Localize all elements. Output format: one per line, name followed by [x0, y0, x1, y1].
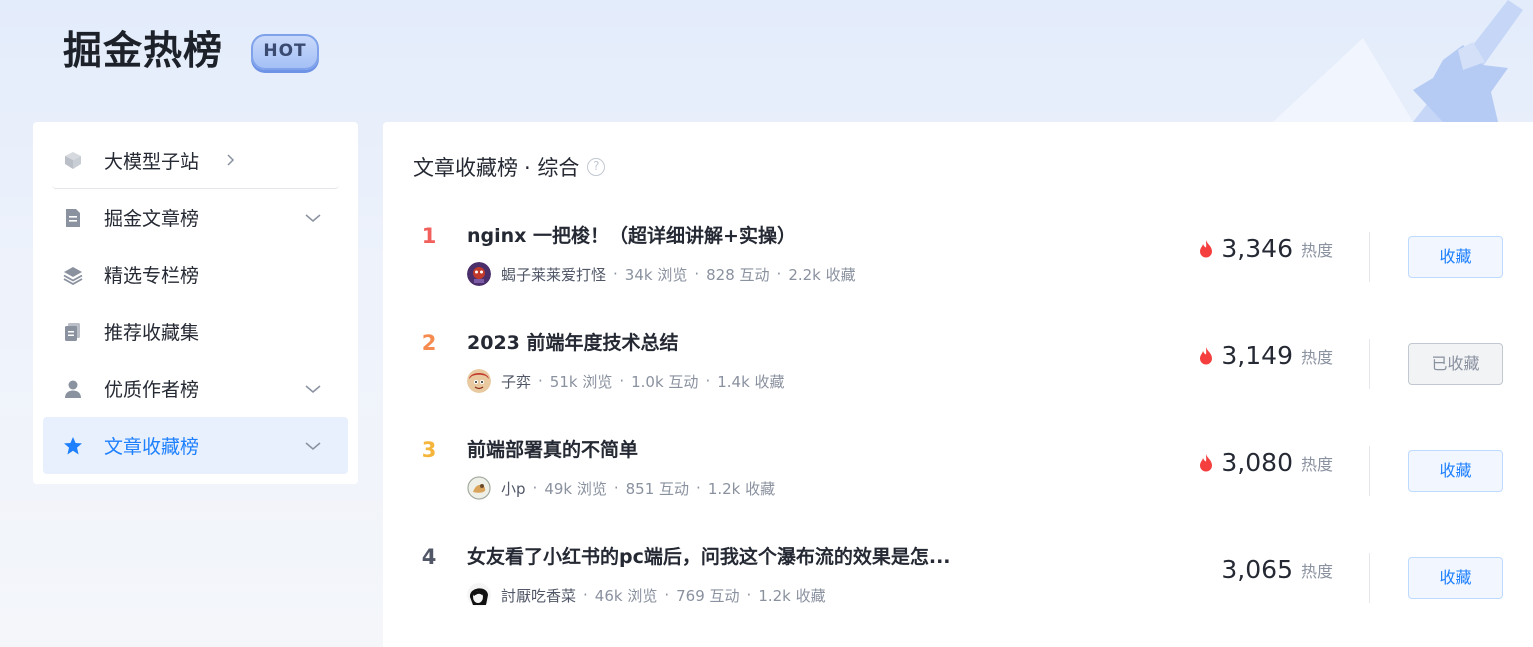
collect-button[interactable]: 收藏: [1408, 236, 1503, 278]
sidebar-item-label: 大模型子站: [104, 150, 200, 173]
rank-number: 2: [421, 331, 437, 355]
list-item[interactable]: 1 nginx 一把梭！（超详细讲解+实操） 蝎子莱莱爱打怪 · 34k 浏览 …: [383, 222, 1533, 329]
article-title[interactable]: 前端部署真的不简单: [467, 436, 638, 464]
sidebar-item-llm-substation[interactable]: 大模型子站: [52, 132, 339, 189]
avatar[interactable]: [467, 369, 491, 393]
article-meta: 小p · 49k 浏览 · 851 互动 · 1.2k 收藏: [467, 476, 775, 500]
avatar[interactable]: [467, 476, 491, 500]
divider: [1369, 232, 1370, 282]
rank-number: 4: [421, 545, 437, 569]
rank-number: 3: [421, 438, 437, 462]
view-count: 34k 浏览: [624, 265, 688, 284]
article-meta: 討厭吃香菜 · 46k 浏览 · 769 互动 · 1.2k 收藏: [467, 583, 826, 607]
collection-icon: [63, 322, 83, 342]
collected-button[interactable]: 已收藏: [1408, 343, 1503, 385]
divider: [1369, 553, 1370, 603]
avatar[interactable]: [467, 262, 491, 286]
flame-icon: [1200, 453, 1213, 471]
interaction-count: 1.0k 互动: [631, 372, 699, 391]
document-icon: [63, 208, 83, 228]
hot-badge: HOT: [251, 34, 319, 70]
decoration-star-illustration: [1273, 0, 1523, 122]
layers-icon: [63, 265, 83, 285]
sidebar-item-author-ranking[interactable]: 优质作者榜: [43, 360, 348, 417]
list-item[interactable]: 2 2023 前端年度技术总结 子弈 · 51k 浏览 · 1.0k 互动 · …: [383, 329, 1533, 436]
article-title[interactable]: 女友看了小红书的pc端后，问我这个瀑布流的效果是怎...: [467, 543, 951, 571]
heat-score: 3,065 热度: [1221, 555, 1333, 584]
cube-icon: [63, 150, 83, 170]
user-icon: [63, 379, 83, 399]
view-count: 46k 浏览: [594, 586, 658, 605]
view-count: 49k 浏览: [544, 479, 607, 498]
list-item[interactable]: 3 前端部署真的不简单 小p · 49k 浏览 · 851 互动 · 1.2k …: [383, 436, 1533, 543]
collect-button[interactable]: 收藏: [1408, 557, 1503, 599]
heat-label: 热度: [1300, 240, 1333, 260]
sidebar-item-label: 精选专栏榜: [104, 265, 200, 287]
author-name[interactable]: 蝎子莱莱爱打怪: [501, 264, 606, 285]
sidebar-item-column-ranking[interactable]: 精选专栏榜: [43, 246, 348, 303]
ranking-category: · 综合: [524, 156, 580, 180]
heat-value: 3,149: [1221, 341, 1293, 370]
sidebar-item-label: 推荐收藏集: [104, 322, 200, 344]
sidebar-item-label: 掘金文章榜: [104, 208, 200, 230]
divider: [1369, 446, 1370, 496]
collect-count: 2.2k 收藏: [788, 265, 856, 284]
sidebar-item-collection-recommend[interactable]: 推荐收藏集: [43, 303, 348, 360]
heat-value: 3,065: [1221, 555, 1293, 584]
heat-label: 热度: [1300, 454, 1333, 474]
ranking-title: 文章收藏榜: [413, 156, 518, 180]
flame-icon: [1200, 346, 1213, 364]
sidebar-item-article-ranking[interactable]: 掘金文章榜: [43, 189, 348, 246]
author-name[interactable]: 討厭吃香菜: [501, 585, 576, 606]
page-title: 文章收藏榜 · 综合 ?: [413, 152, 606, 182]
collect-button[interactable]: 收藏: [1408, 450, 1503, 492]
author-name[interactable]: 小p: [501, 478, 526, 499]
heat-label: 热度: [1300, 347, 1333, 367]
star-icon: [63, 436, 83, 456]
article-meta: 子弈 · 51k 浏览 · 1.0k 互动 · 1.4k 收藏: [467, 369, 785, 393]
flame-icon: [1200, 239, 1213, 257]
divider: [1369, 339, 1370, 389]
interaction-count: 851 互动: [625, 479, 690, 498]
sidebar-item-label: 文章收藏榜: [104, 436, 200, 458]
heat-value: 3,346: [1221, 234, 1293, 263]
rank-number: 1: [421, 224, 437, 248]
logo[interactable]: 掘金热榜: [63, 27, 223, 77]
collect-count: 1.2k 收藏: [758, 586, 826, 605]
interaction-count: 769 互动: [676, 586, 740, 605]
chevron-down-icon: [305, 384, 321, 393]
chevron-right-icon: [227, 154, 235, 166]
sidebar: 大模型子站 掘金文章榜 精选专栏榜 推荐收藏集 优质作者榜 文章收藏榜: [33, 122, 358, 484]
view-count: 51k 浏览: [549, 372, 613, 391]
article-title[interactable]: nginx 一把梭！（超详细讲解+实操）: [467, 222, 796, 250]
list-item[interactable]: 4 女友看了小红书的pc端后，问我这个瀑布流的效果是怎... 討厭吃香菜 · 4…: [383, 543, 1533, 647]
chevron-down-icon: [305, 441, 321, 450]
article-title[interactable]: 2023 前端年度技术总结: [467, 329, 679, 357]
help-icon[interactable]: ?: [587, 158, 606, 176]
avatar[interactable]: [467, 583, 491, 607]
heat-value: 3,080: [1221, 448, 1293, 477]
collect-count: 1.2k 收藏: [707, 479, 776, 498]
ranking-panel: 文章收藏榜 · 综合 ? 1 nginx 一把梭！（超详细讲解+实操） 蝎子莱莱…: [383, 122, 1533, 647]
article-meta: 蝎子莱莱爱打怪 · 34k 浏览 · 828 互动 · 2.2k 收藏: [467, 262, 856, 286]
author-name[interactable]: 子弈: [501, 371, 531, 392]
heat-score: 3,346 热度: [1199, 234, 1333, 263]
interaction-count: 828 互动: [706, 265, 770, 284]
chevron-down-icon: [305, 213, 321, 222]
heat-label: 热度: [1300, 561, 1333, 581]
sidebar-item-label: 优质作者榜: [104, 379, 200, 401]
page-header: 掘金热榜 HOT: [0, 0, 1533, 122]
sidebar-item-favorite-ranking[interactable]: 文章收藏榜: [43, 417, 348, 474]
collect-count: 1.4k 收藏: [717, 372, 785, 391]
heat-score: 3,080 热度: [1199, 448, 1333, 477]
heat-score: 3,149 热度: [1199, 341, 1333, 370]
